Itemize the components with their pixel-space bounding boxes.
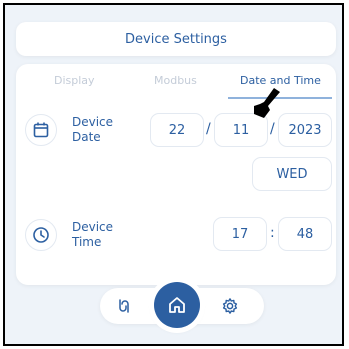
date-label-line1: Device	[72, 115, 114, 129]
hour-field[interactable]: 17	[213, 217, 267, 251]
plug-icon[interactable]	[110, 292, 138, 320]
tab-bar: Display Modbus Date and Time	[16, 64, 336, 99]
tab-display[interactable]: Display	[54, 74, 95, 87]
settings-card: Display Modbus Date and Time Device Date…	[16, 64, 336, 285]
gear-icon[interactable]	[216, 292, 244, 320]
calendar-icon	[25, 114, 57, 146]
time-label: Device Time	[72, 220, 113, 250]
time-separator: :	[270, 225, 275, 241]
page-title: Device Settings	[125, 31, 227, 47]
year-field[interactable]: 2023	[278, 113, 332, 147]
weekday-field[interactable]: WED	[252, 157, 332, 191]
header-card: Device Settings	[16, 22, 336, 56]
clock-icon	[25, 219, 57, 251]
tab-modbus[interactable]: Modbus	[154, 74, 197, 87]
minute-field[interactable]: 48	[278, 217, 332, 251]
date-label-line2: Date	[72, 130, 101, 144]
home-button[interactable]	[154, 282, 200, 328]
date-separator: /	[206, 121, 211, 137]
time-label-line1: Device	[72, 220, 114, 234]
home-icon	[169, 297, 185, 313]
day-field[interactable]: 22	[150, 113, 204, 147]
time-label-line2: Time	[72, 235, 102, 249]
hand-pointer-icon	[254, 88, 280, 118]
date-label: Device Date	[72, 115, 113, 145]
